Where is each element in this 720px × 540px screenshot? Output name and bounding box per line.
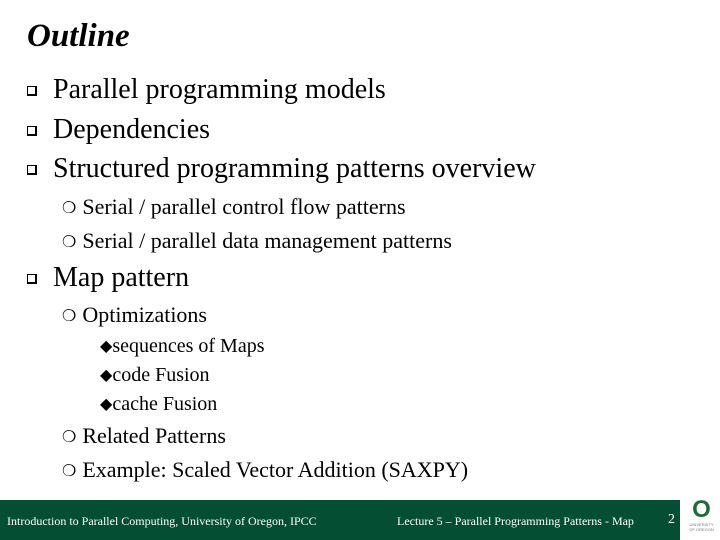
slide-title: Outline bbox=[27, 18, 130, 54]
outline-subsubitem-text: sequences of Maps bbox=[112, 335, 265, 357]
circle-bullet-icon: ❍ bbox=[62, 429, 77, 446]
slide-footer: Introduction to Parallel Computing, Univ… bbox=[0, 500, 680, 540]
square-bullet-icon bbox=[27, 274, 37, 284]
outline-subsubitem-text: code Fusion bbox=[112, 364, 210, 386]
outline-item-text: Structured programming patterns overview bbox=[53, 153, 536, 184]
circle-bullet-icon: ❍ bbox=[62, 463, 77, 480]
outline-subsubitem: ◆code Fusion bbox=[100, 362, 210, 389]
footer-lecture-title: Lecture 5 – Parallel Programming Pattern… bbox=[397, 514, 634, 528]
outline-subitem: ❍ Serial / parallel data management patte… bbox=[62, 227, 452, 257]
outline-item-text: Map pattern bbox=[53, 262, 190, 293]
outline-subitem: ❍ Serial / parallel control flow patterns bbox=[62, 193, 406, 223]
diamond-bullet-icon: ◆ bbox=[100, 367, 113, 384]
logo-text-line-2: OF OREGON bbox=[689, 527, 714, 532]
circle-bullet-icon: ❍ bbox=[62, 234, 77, 251]
diamond-bullet-icon: ◆ bbox=[100, 396, 113, 413]
outline-subitem-text: Example: Scaled Vector Addition (SAXPY) bbox=[82, 457, 469, 482]
outline-subitem: ❍ Optimizations bbox=[62, 301, 207, 331]
outline-item: Dependencies bbox=[27, 113, 210, 147]
square-bullet-icon bbox=[27, 165, 37, 175]
outline-subsubitem-text: cache Fusion bbox=[112, 393, 218, 415]
square-bullet-icon bbox=[27, 86, 37, 96]
outline-subitem: ❍ Example: Scaled Vector Addition (SAXPY) bbox=[62, 456, 468, 486]
outline-subsubitem: ◆cache Fusion bbox=[100, 391, 217, 418]
university-logo: O UNIVERSITY OF OREGON bbox=[683, 497, 720, 540]
outline-subitem: ❍ Related Patterns bbox=[62, 422, 226, 452]
slide-number: 2 bbox=[668, 512, 675, 527]
outline-subsubitem: ◆sequences of Maps bbox=[100, 333, 265, 360]
outline-subitem-text: Serial / parallel control flow patterns bbox=[82, 194, 406, 219]
outline-item: Map pattern bbox=[27, 261, 189, 295]
outline-subitem-text: Related Patterns bbox=[82, 423, 226, 448]
footer-course-title: Introduction to Parallel Computing, Univ… bbox=[7, 514, 317, 528]
outline-subitem-text: Optimizations bbox=[82, 302, 207, 327]
outline-item: Structured programming patterns overview bbox=[27, 152, 536, 186]
square-bullet-icon bbox=[27, 126, 37, 136]
diamond-bullet-icon: ◆ bbox=[100, 338, 113, 355]
circle-bullet-icon: ❍ bbox=[62, 200, 77, 217]
circle-bullet-icon: ❍ bbox=[62, 308, 77, 325]
oregon-o-logo-icon: O bbox=[692, 496, 711, 523]
outline-item-text: Parallel programming models bbox=[53, 74, 386, 105]
outline-item: Parallel programming models bbox=[27, 73, 386, 107]
outline-item-text: Dependencies bbox=[53, 114, 211, 145]
outline-subitem-text: Serial / parallel data management patter… bbox=[82, 228, 452, 253]
